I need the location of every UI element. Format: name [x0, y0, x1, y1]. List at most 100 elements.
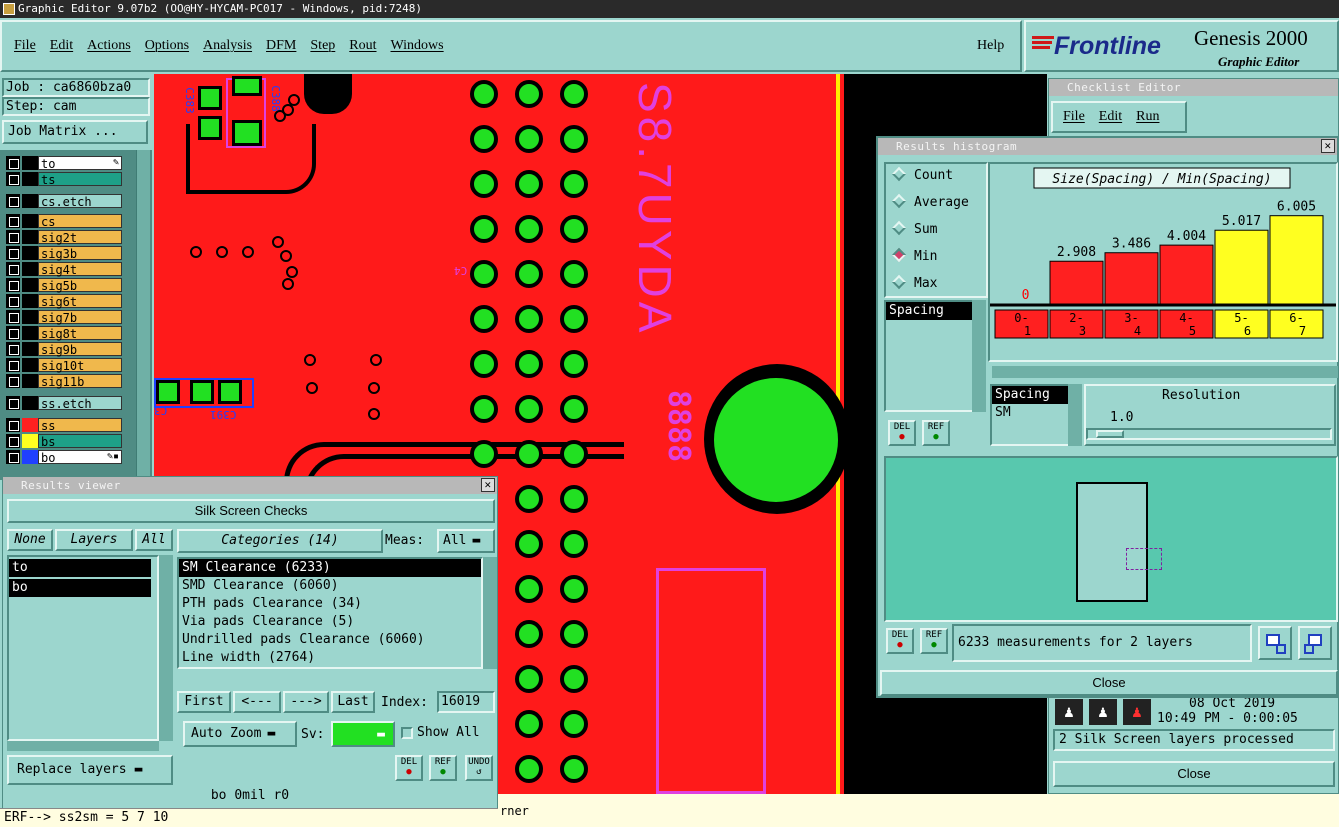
layer-checkbox[interactable] [6, 310, 20, 324]
command-line[interactable]: ERF--> ss2sm = 5 7 10 [0, 808, 498, 827]
histogram-bar[interactable] [1214, 229, 1269, 305]
layer-checkbox[interactable] [6, 230, 20, 244]
histogram-bar[interactable] [1159, 244, 1214, 305]
checklist-menu-run[interactable]: Run [1136, 109, 1159, 125]
layer-checkbox[interactable] [6, 214, 20, 228]
menu-options[interactable]: Options [145, 38, 189, 54]
stat-option-count[interactable]: Count [890, 166, 953, 183]
menu-file[interactable]: File [14, 38, 36, 54]
layer-ss[interactable]: ss [6, 418, 122, 433]
list-item[interactable]: Line width (2764) [179, 649, 481, 667]
run-icon[interactable]: ♟ [1055, 699, 1083, 725]
auto-zoom-dropdown[interactable]: Auto Zoom ▬ [183, 721, 297, 747]
histogram-close-button[interactable]: Close [880, 670, 1338, 696]
layer-checkbox[interactable] [6, 326, 20, 340]
chart-hscrollbar[interactable] [992, 366, 1338, 378]
all-button[interactable]: All [135, 529, 173, 551]
rv-del-button[interactable]: DEL ● [395, 755, 423, 781]
stat-option-average[interactable]: Average [890, 193, 969, 210]
layer-bs[interactable]: bs [6, 434, 122, 449]
layer-result-vscroll[interactable] [159, 555, 173, 741]
menu-rout[interactable]: Rout [349, 38, 376, 54]
help-menu[interactable]: Help [977, 38, 1004, 54]
layer-checkbox[interactable] [6, 342, 20, 356]
preview-ref-button[interactable]: REF ● [920, 628, 948, 654]
layer-checkbox[interactable] [6, 246, 20, 260]
list-item[interactable]: Via pads Clearance (5) [179, 613, 481, 631]
checklist-menu-file[interactable]: File [1063, 109, 1085, 125]
layer-checkbox[interactable] [6, 418, 20, 432]
layer-to[interactable]: to ✎ [6, 156, 122, 171]
histogram-bar[interactable] [1049, 260, 1104, 305]
run-all-icon[interactable]: ♟ [1089, 699, 1117, 725]
layer-sig8t[interactable]: sig8t [6, 326, 122, 341]
stat-option-max[interactable]: Max [890, 274, 937, 291]
stat-option-sum[interactable]: Sum [890, 220, 937, 237]
layer-cs[interactable]: cs [6, 214, 122, 229]
preview-del-button[interactable]: DEL ● [886, 628, 914, 654]
layer-measure-scrollbar[interactable] [1068, 384, 1082, 446]
last-button[interactable]: Last [331, 691, 375, 713]
menu-edit[interactable]: Edit [50, 38, 73, 54]
layer-checkbox[interactable] [6, 278, 20, 292]
zoom-back-icon[interactable] [1298, 626, 1332, 660]
del-button[interactable]: DEL ● [888, 420, 916, 446]
layer-checkbox[interactable] [6, 262, 20, 276]
job-matrix-button[interactable]: Job Matrix ... [2, 120, 148, 144]
layer-ss-etch[interactable]: ss.etch [6, 396, 122, 411]
meas-dropdown[interactable]: All ▬ [437, 529, 495, 553]
close-icon[interactable]: ✕ [481, 478, 495, 492]
replace-layers-dropdown[interactable]: Replace layers ▬ [7, 755, 173, 785]
layer-bo[interactable]: bo ✎▪ [6, 450, 122, 465]
layer-checkbox[interactable] [6, 156, 20, 170]
layer-sig5b[interactable]: sig5b [6, 278, 122, 293]
resolution-slider[interactable] [1086, 428, 1332, 440]
list-item[interactable]: to [9, 559, 151, 577]
layer-sig3b[interactable]: sig3b [6, 246, 122, 261]
show-all-checkbox[interactable] [401, 727, 413, 739]
layer-checkbox[interactable] [6, 358, 20, 372]
menu-actions[interactable]: Actions [87, 38, 131, 54]
stat-option-min[interactable]: Min [890, 247, 937, 264]
resolution-slider-thumb[interactable] [1096, 430, 1124, 438]
zoom-to-measure-icon[interactable] [1258, 626, 1292, 660]
layers-button[interactable]: Layers [55, 529, 133, 551]
layer-checkbox[interactable] [6, 396, 20, 410]
layer-sig11b[interactable]: sig11b [6, 374, 122, 389]
close-icon[interactable]: ✕ [1321, 139, 1335, 153]
layer-sig9b[interactable]: sig9b [6, 342, 122, 357]
layer-checkbox[interactable] [6, 294, 20, 308]
layer-sig10t[interactable]: sig10t [6, 358, 122, 373]
list-item[interactable]: Spacing [886, 302, 984, 320]
layer-ts[interactable]: ts [6, 172, 122, 187]
rv-undo-button[interactable]: UNDO ↺ [465, 755, 493, 781]
layer-sig7b[interactable]: sig7b [6, 310, 122, 325]
layer-checkbox[interactable] [6, 172, 20, 186]
histogram-bar[interactable] [1104, 252, 1159, 305]
menu-analysis[interactable]: Analysis [203, 38, 252, 54]
list-item[interactable]: bo [9, 579, 151, 597]
list-item[interactable]: Undrilled pads Clearance (6060) [179, 631, 481, 649]
histogram-bar[interactable] [1269, 215, 1324, 305]
next-button[interactable]: ---> [283, 691, 329, 713]
layer-sig6t[interactable]: sig6t [6, 294, 122, 309]
categories-button[interactable]: Categories (14) [177, 529, 383, 553]
rv-ref-button[interactable]: REF ● [429, 755, 457, 781]
list-item[interactable]: SMD Clearance (6060) [179, 577, 481, 595]
menu-windows[interactable]: Windows [391, 38, 444, 54]
layer-result-hscroll[interactable] [7, 741, 159, 751]
layer-checkbox[interactable] [6, 450, 20, 464]
none-button[interactable]: None [7, 529, 53, 551]
list-item[interactable]: SM Clearance (6233) [179, 559, 481, 577]
prev-button[interactable]: <--- [233, 691, 281, 713]
menu-dfm[interactable]: DFM [266, 38, 296, 54]
layer-checkbox[interactable] [6, 374, 20, 388]
layer-sig4t[interactable]: sig4t [6, 262, 122, 277]
list-item[interactable]: Spacing [992, 386, 1080, 404]
menu-step[interactable]: Step [310, 38, 335, 54]
category-scrollbar[interactable] [483, 557, 497, 669]
stop-icon[interactable]: ♟ [1123, 699, 1151, 725]
first-button[interactable]: First [177, 691, 231, 713]
layer-cs-etch[interactable]: cs.etch [6, 194, 122, 209]
layer-sig2t[interactable]: sig2t [6, 230, 122, 245]
